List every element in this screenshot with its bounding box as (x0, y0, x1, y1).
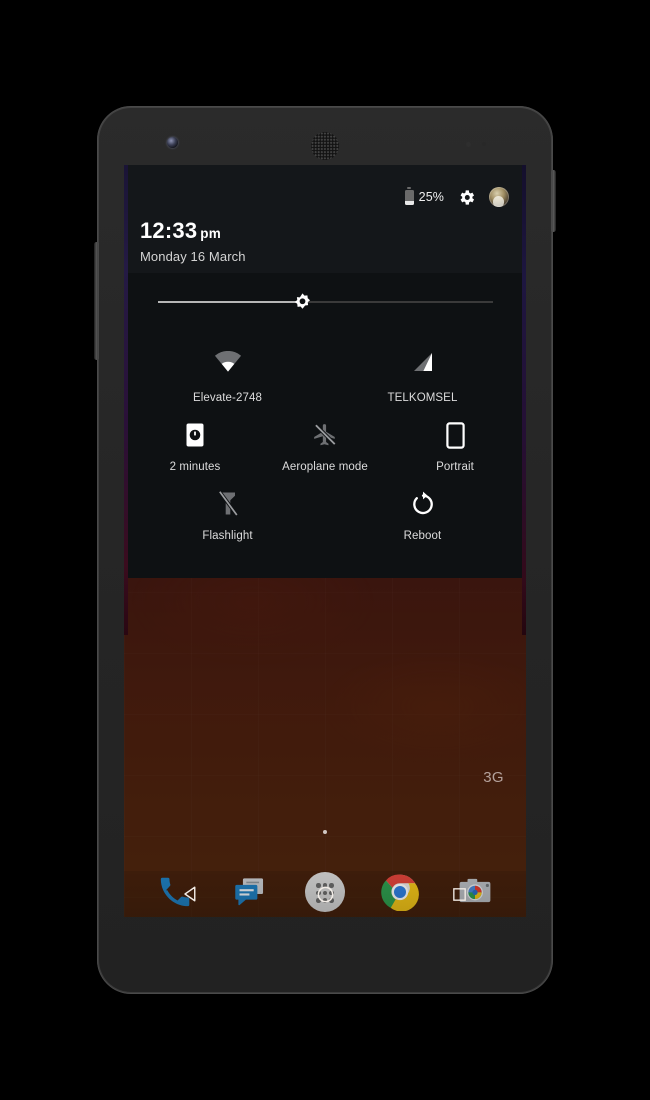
phone-device: 3G 25% 12:33 pm Monday 16 March Elevate-… (94, 106, 556, 994)
page-indicator-dot (323, 830, 327, 834)
shade-clock: 12:33 pm Monday 16 March (140, 218, 246, 265)
battery-status: 25% (404, 187, 444, 205)
tile-reboot-label: Reboot (403, 530, 442, 542)
notification-shade: 25% 12:33 pm Monday 16 March Elevate-274… (128, 165, 522, 578)
reboot-glyph (412, 491, 433, 515)
quick-settings-row-2: 2 minutes Aeroplane mode Portrait (130, 414, 520, 487)
flashlight-off-glyph (217, 490, 239, 517)
tile-flashlight-label: Flashlight (202, 530, 253, 542)
nav-back-button[interactable] (169, 872, 213, 916)
tile-rotation[interactable]: Portrait (390, 414, 520, 487)
network-badge: 3G (483, 769, 504, 786)
screen-timeout-icon (185, 418, 205, 452)
earpiece-speaker (311, 132, 339, 160)
clock-date: Monday 16 March (140, 249, 246, 264)
status-bar-icons: 25% (404, 187, 509, 207)
tile-flashlight[interactable]: Flashlight (130, 487, 325, 556)
brightness-sun-glyph (295, 293, 311, 309)
tile-screen-timeout[interactable]: 2 minutes (130, 414, 260, 487)
gear-icon[interactable] (457, 188, 476, 207)
power-button[interactable] (551, 170, 556, 232)
wifi-icon (214, 345, 242, 379)
recents-icon (452, 887, 466, 901)
tile-screen-timeout-label: 2 minutes (169, 461, 221, 473)
tile-aeroplane-mode-label: Aeroplane mode (282, 461, 368, 473)
navigation-bar (124, 871, 526, 917)
screen-edge-glow-right (522, 165, 526, 635)
clock-meridiem: pm (200, 226, 221, 241)
airplane-off-glyph (313, 423, 337, 447)
shade-body: Elevate-2748 TELKOMSEL 2 minutes Aeropla… (128, 273, 522, 578)
battery-percent-label: 25% (418, 190, 444, 204)
nav-recents-button[interactable] (437, 872, 481, 916)
rotation-portrait-glyph (445, 421, 465, 449)
screenshot-root: 3G 25% 12:33 pm Monday 16 March Elevate-… (0, 0, 650, 1100)
reboot-icon (411, 487, 435, 521)
gear-icon-glyph (460, 189, 475, 205)
rotation-portrait-icon (445, 418, 465, 452)
tile-aeroplane-mode[interactable]: Aeroplane mode (260, 414, 390, 487)
brightness-slider[interactable] (128, 273, 522, 331)
cellular-signal-icon (411, 345, 435, 379)
clock-time: 12:33 (140, 218, 198, 243)
cellular-signal-glyph (413, 353, 432, 371)
battery-icon (404, 187, 414, 205)
brightness-fill (158, 301, 303, 303)
wifi-icon-glyph (214, 351, 241, 372)
proximity-sensors (466, 142, 500, 147)
tile-wifi[interactable]: Elevate-2748 (130, 331, 325, 414)
volume-rocker[interactable] (94, 242, 99, 360)
tile-wifi-label: Elevate-2748 (193, 392, 262, 404)
tile-cellular-label: TELKOMSEL (387, 392, 458, 404)
tile-reboot[interactable]: Reboot (325, 487, 520, 556)
quick-settings-grid: Elevate-2748 TELKOMSEL 2 minutes Aeropla… (128, 331, 522, 556)
shade-header: 25% 12:33 pm Monday 16 March (128, 165, 522, 273)
back-icon (184, 886, 196, 902)
user-avatar[interactable] (489, 187, 509, 207)
brightness-sun-icon[interactable] (292, 292, 313, 313)
flashlight-off-icon (216, 487, 240, 521)
tile-cellular[interactable]: TELKOMSEL (325, 331, 520, 414)
front-camera (167, 137, 178, 148)
home-icon (317, 886, 333, 902)
tile-rotation-label: Portrait (436, 461, 474, 473)
nav-home-button[interactable] (303, 872, 347, 916)
phone-screen: 3G 25% 12:33 pm Monday 16 March Elevate-… (124, 165, 526, 917)
airplane-off-icon (312, 418, 338, 452)
screen-timeout-glyph (186, 423, 204, 447)
quick-settings-row-1: Elevate-2748 TELKOMSEL (130, 331, 520, 414)
quick-settings-row-3: Flashlight Reboot (130, 487, 520, 556)
